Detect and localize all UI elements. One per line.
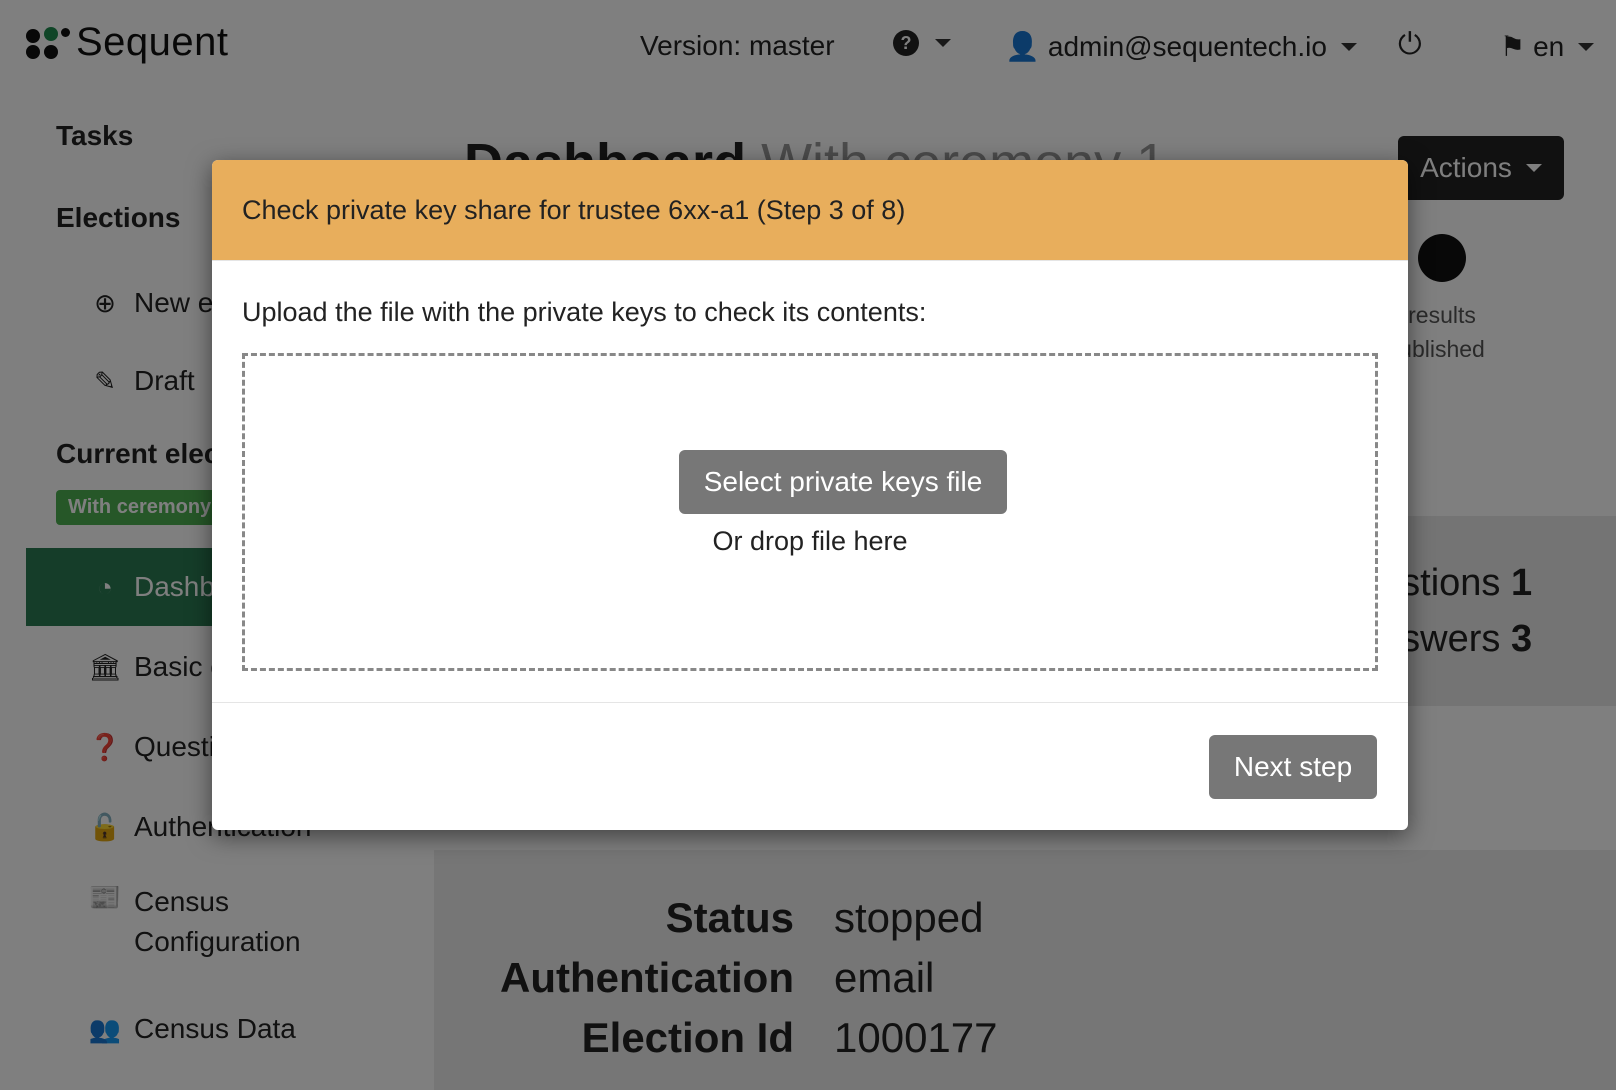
file-dropzone[interactable]: Select private keys file Or drop file he…	[242, 353, 1378, 671]
drop-file-hint: Or drop file here	[712, 526, 908, 556]
upload-instructions: Upload the file with the private keys to…	[242, 297, 927, 327]
modal-footer: Next step	[212, 703, 1408, 830]
check-key-share-modal: Check private key share for trustee 6xx-…	[212, 160, 1408, 830]
modal-title: Check private key share for trustee 6xx-…	[242, 194, 906, 225]
modal-body: Upload the file with the private keys to…	[212, 261, 1408, 703]
select-private-keys-file-button[interactable]: Select private keys file	[679, 450, 1007, 514]
next-step-button[interactable]: Next step	[1209, 735, 1377, 799]
modal-header: Check private key share for trustee 6xx-…	[212, 160, 1408, 261]
